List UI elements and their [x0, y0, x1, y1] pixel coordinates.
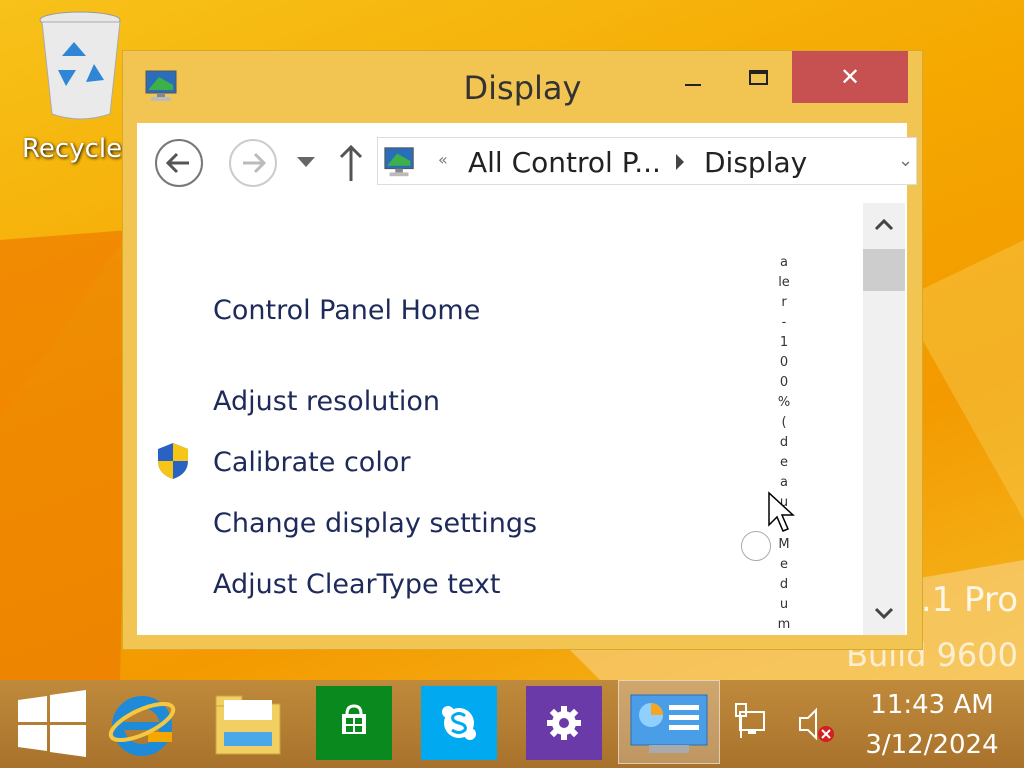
skype-button[interactable] [421, 686, 497, 760]
arrow-right-icon [243, 152, 267, 174]
breadcrumb-all-control-panel[interactable]: All Control P... [468, 146, 661, 179]
breadcrumb-overflow-icon[interactable]: « [438, 150, 448, 169]
folder-icon [215, 695, 281, 755]
chevron-down-icon [874, 607, 894, 620]
volume-muted-icon[interactable] [794, 702, 838, 746]
gear-icon [547, 706, 581, 740]
calibrate-color-link[interactable]: Calibrate color [213, 447, 410, 478]
control-panel-button[interactable] [618, 680, 720, 764]
store-button[interactable] [316, 686, 392, 760]
taskbar: 11:43 AM 3/12/2024 [0, 680, 1024, 768]
internet-explorer-button[interactable] [104, 686, 180, 762]
address-dropdown-icon[interactable]: ⌄ [898, 150, 913, 171]
navigation-bar: « All Control P... Display ⌄ [137, 123, 917, 205]
breadcrumb-display[interactable]: Display [704, 146, 807, 179]
back-button[interactable] [155, 139, 203, 187]
internet-explorer-icon [108, 696, 176, 756]
shopping-bag-icon [342, 704, 366, 734]
clock-date: 3/12/2024 [865, 730, 999, 760]
display-icon [384, 147, 414, 177]
uac-shield-icon [158, 443, 188, 479]
control-panel-icon [630, 694, 708, 753]
close-button[interactable]: ✕ [792, 51, 908, 103]
scroll-thumb[interactable] [863, 249, 905, 291]
window-client-area: « All Control P... Display ⌄ Control Pan… [137, 123, 917, 635]
scroll-down-button[interactable] [863, 591, 905, 635]
display-control-panel-window: Display ✕ « All Control P... Display ⌄ C… [122, 50, 923, 650]
windows-logo-icon [18, 690, 86, 757]
address-bar[interactable]: « All Control P... Display ⌄ [377, 137, 917, 185]
vertical-scrollbar[interactable] [863, 203, 905, 635]
maximize-icon [749, 70, 768, 85]
forward-button[interactable] [229, 139, 277, 187]
file-explorer-button[interactable] [210, 686, 286, 762]
recent-locations-dropdown[interactable] [297, 157, 315, 167]
title-bar[interactable]: Display ✕ [123, 51, 922, 121]
medium-size-radio[interactable] [741, 531, 771, 561]
clock-time: 11:43 AM [870, 690, 994, 720]
maximize-button[interactable] [737, 51, 781, 103]
mouse-cursor-icon [768, 491, 795, 532]
truncated-option-label: a le r - 1 0 0 % ( d e a u [777, 255, 791, 510]
up-arrow-icon[interactable] [337, 141, 365, 185]
skype-icon [442, 706, 476, 740]
control-panel-home-link[interactable]: Control Panel Home [213, 295, 480, 326]
os-watermark-edition: .1 Pro [920, 580, 1018, 620]
recycle-bin-graphic [39, 11, 121, 120]
network-icon[interactable] [734, 702, 774, 742]
scroll-up-button[interactable] [863, 203, 905, 247]
minimize-icon [685, 84, 701, 86]
arrow-left-icon [165, 152, 189, 174]
start-button[interactable] [14, 686, 90, 762]
pc-settings-button[interactable] [526, 686, 602, 760]
adjust-cleartype-text-link[interactable]: Adjust ClearType text [213, 569, 500, 600]
truncated-option-label-medium: M e d u m [777, 537, 791, 632]
change-display-settings-link[interactable]: Change display settings [213, 508, 537, 539]
system-clock[interactable]: 11:43 AM 3/12/2024 [852, 690, 1012, 760]
minimize-button[interactable] [671, 51, 716, 103]
breadcrumb-separator-icon[interactable] [676, 154, 684, 170]
close-icon: ✕ [839, 63, 861, 91]
chevron-up-icon [874, 218, 894, 231]
adjust-resolution-link[interactable]: Adjust resolution [213, 386, 440, 417]
